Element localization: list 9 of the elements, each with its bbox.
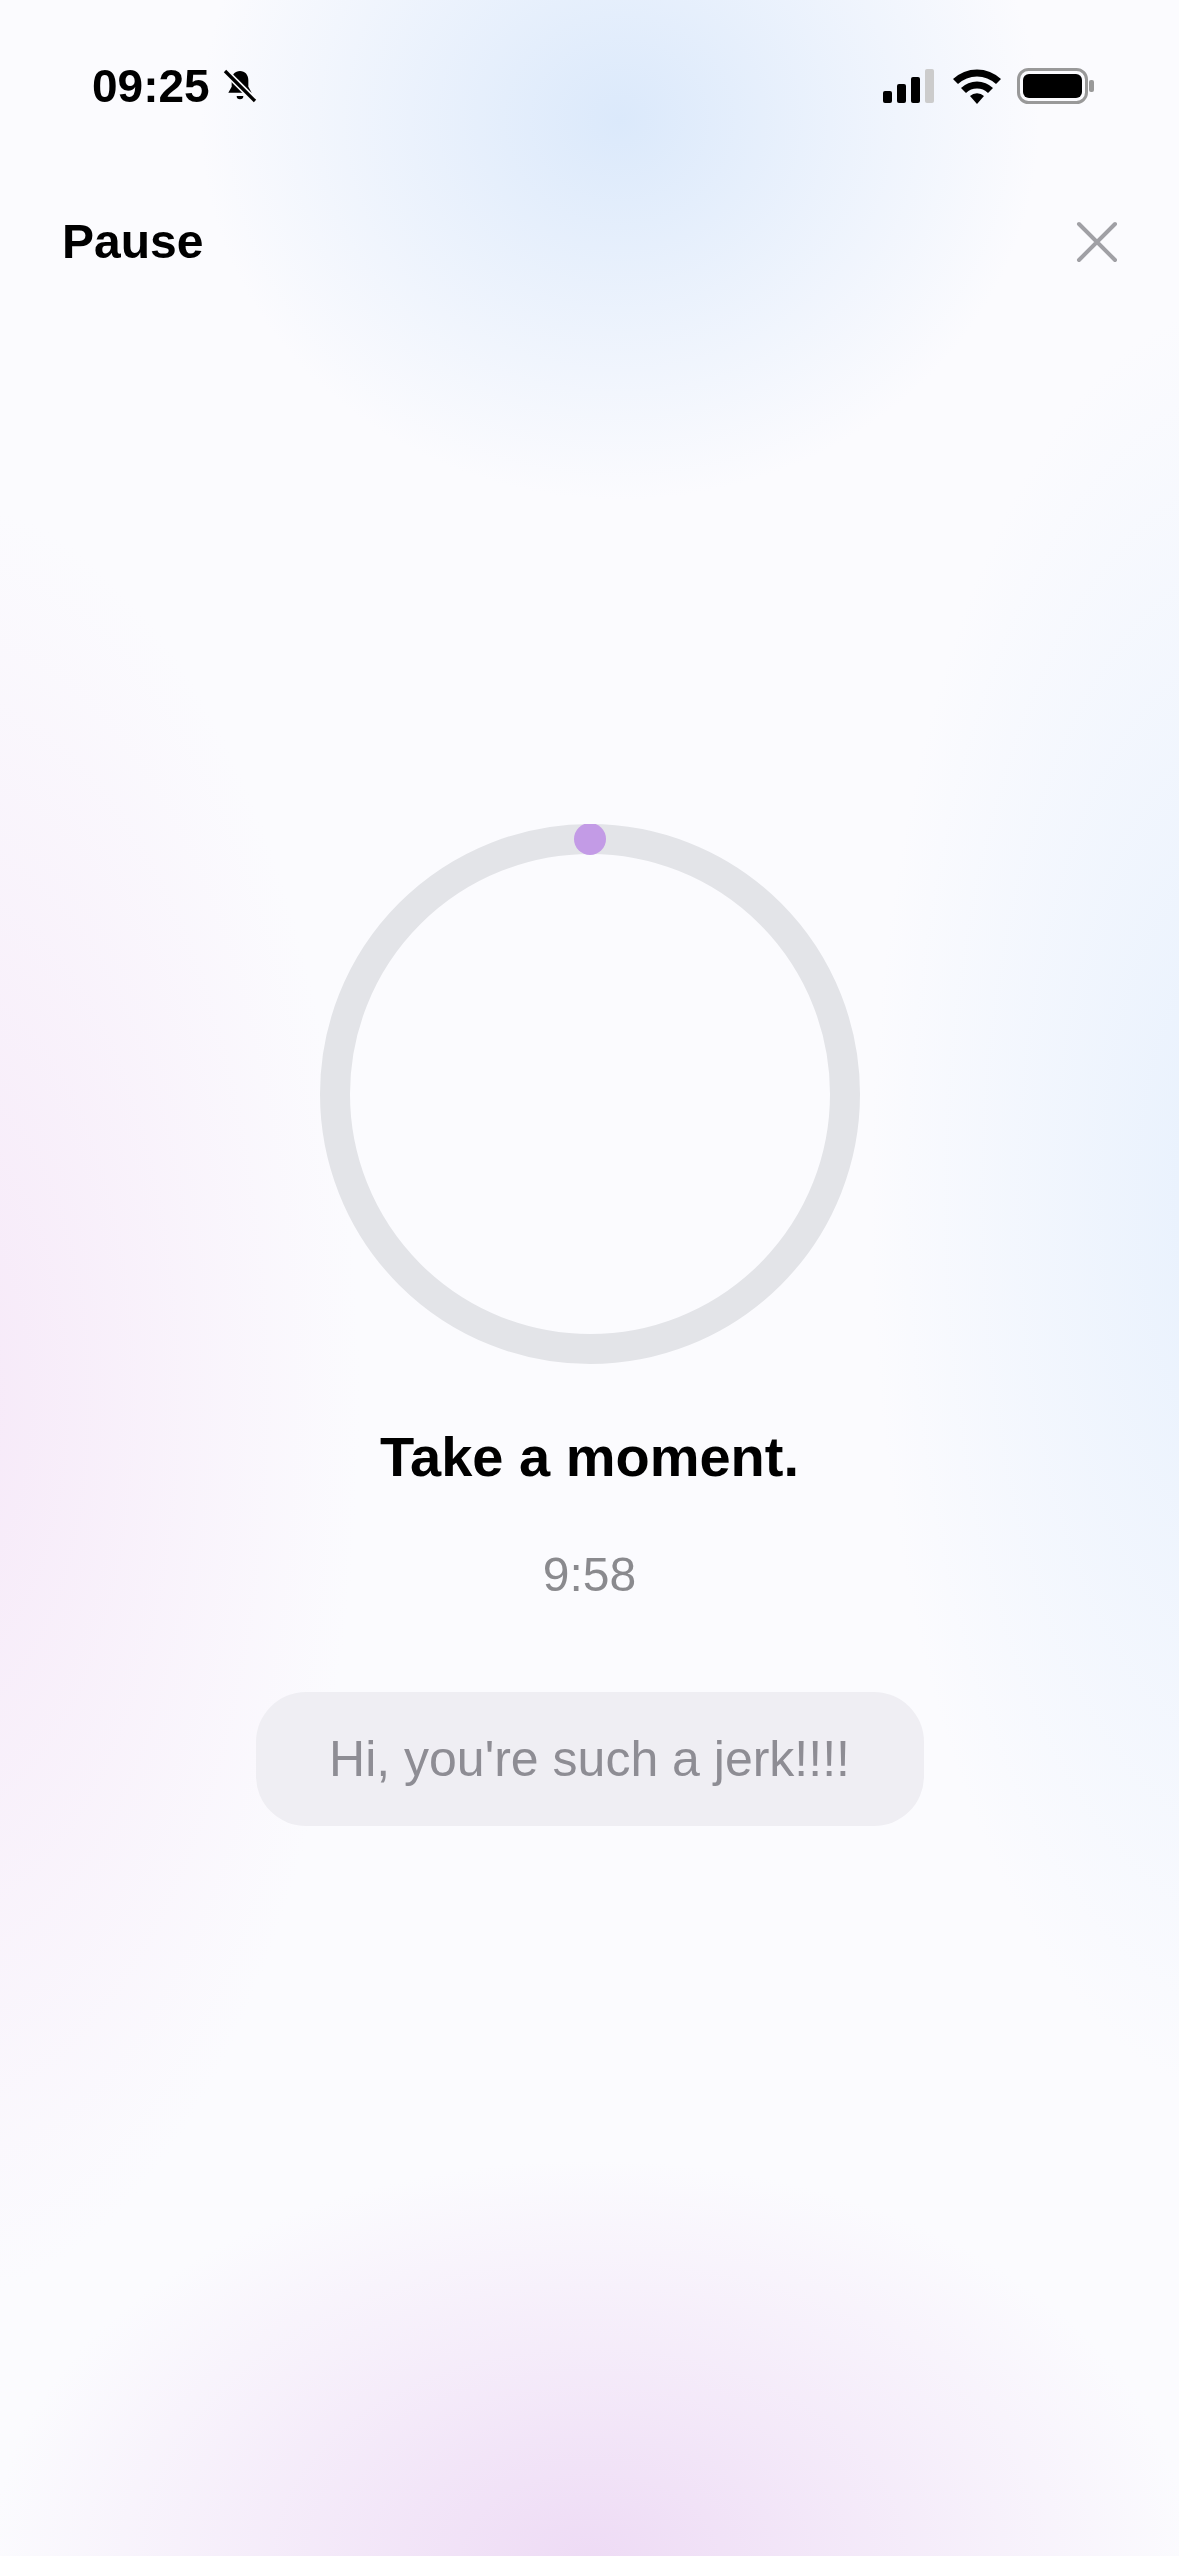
- time-remaining: 9:58: [542, 1547, 637, 1602]
- battery-icon: [1017, 68, 1095, 104]
- signal-icon: [883, 69, 937, 103]
- wifi-icon: [953, 68, 1001, 104]
- status-time: 09:25: [92, 59, 210, 113]
- message-text: Hi, you're such a jerk!!!!: [329, 1730, 850, 1788]
- timer-heading: Take a moment.: [379, 1424, 800, 1489]
- screen-title: Pause: [62, 214, 204, 269]
- close-button[interactable]: [1075, 219, 1119, 264]
